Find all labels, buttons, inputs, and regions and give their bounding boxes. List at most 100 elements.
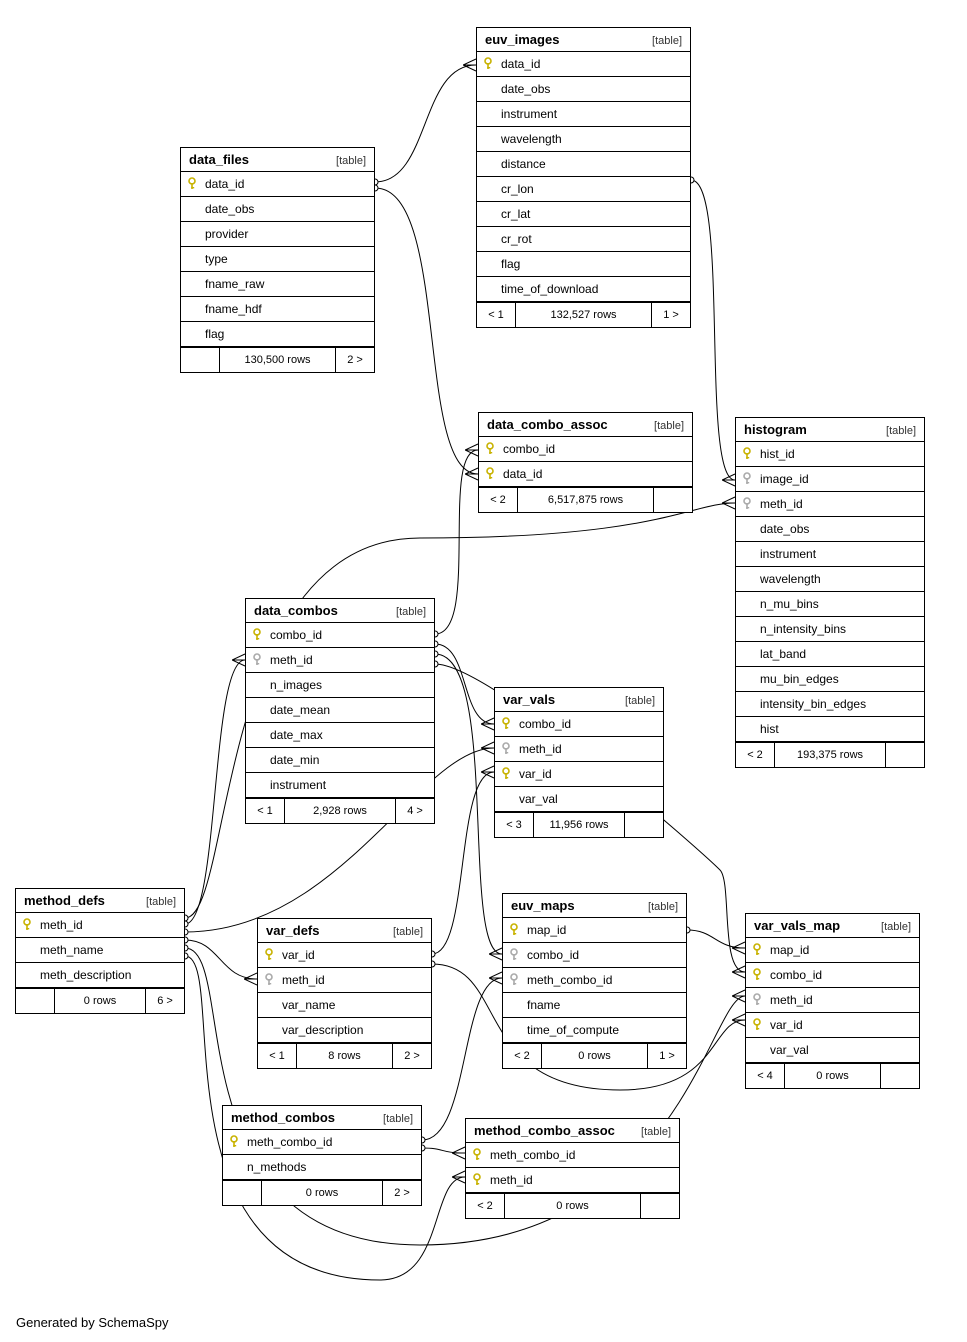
table-euv_images[interactable]: euv_images[table]data_iddate_obsinstrume… xyxy=(476,27,691,328)
table-column-row[interactable]: var_description xyxy=(258,1018,431,1043)
table-column-row[interactable]: combo_id xyxy=(495,712,663,737)
table-header[interactable]: data_files[table] xyxy=(181,148,374,172)
table-column-row[interactable]: instrument xyxy=(246,773,434,798)
table-column-row[interactable]: meth_id xyxy=(16,913,184,938)
table-column-row[interactable]: combo_id xyxy=(503,943,686,968)
table-column-row[interactable]: cr_lat xyxy=(477,202,690,227)
table-column-row[interactable]: date_obs xyxy=(477,77,690,102)
table-column-row[interactable]: date_mean xyxy=(246,698,434,723)
table-column-row[interactable]: data_id xyxy=(479,462,692,487)
table-type-label: [table] xyxy=(652,35,682,47)
table-column-row[interactable]: combo_id xyxy=(479,437,692,462)
table-column-row[interactable]: hist_id xyxy=(736,442,924,467)
table-header[interactable]: method_combos[table] xyxy=(223,1106,421,1130)
table-column-row[interactable]: distance xyxy=(477,152,690,177)
table-name: var_defs xyxy=(266,923,319,938)
column-name: flag xyxy=(205,327,224,341)
table-column-row[interactable]: wavelength xyxy=(477,127,690,152)
table-histogram[interactable]: histogram[table]hist_idimage_idmeth_idda… xyxy=(735,417,925,768)
table-data_combos[interactable]: data_combos[table]combo_idmeth_idn_image… xyxy=(245,598,435,824)
table-column-row[interactable]: hist xyxy=(736,717,924,742)
table-column-row[interactable]: type xyxy=(181,247,374,272)
table-header[interactable]: euv_maps[table] xyxy=(503,894,686,918)
table-column-row[interactable]: meth_id xyxy=(466,1168,679,1193)
table-column-row[interactable]: flag xyxy=(181,322,374,347)
table-column-row[interactable]: cr_lon xyxy=(477,177,690,202)
table-column-row[interactable]: meth_id xyxy=(746,988,919,1013)
table-method_combo_assoc[interactable]: method_combo_assoc[table]meth_combo_idme… xyxy=(465,1118,680,1219)
table-header[interactable]: method_defs[table] xyxy=(16,889,184,913)
column-name: fname xyxy=(527,998,560,1012)
table-column-row[interactable]: fname xyxy=(503,993,686,1018)
table-column-row[interactable]: n_images xyxy=(246,673,434,698)
table-data_combo_assoc[interactable]: data_combo_assoc[table]combo_iddata_id< … xyxy=(478,412,693,513)
table-column-row[interactable]: date_obs xyxy=(736,517,924,542)
table-column-row[interactable]: map_id xyxy=(503,918,686,943)
table-column-row[interactable]: var_val xyxy=(746,1038,919,1063)
table-method_combos[interactable]: method_combos[table] meth_combo_id n_metho… xyxy=(222,1105,422,1206)
table-column-row[interactable]: var_id xyxy=(746,1013,919,1038)
table-column-row[interactable]: image_id xyxy=(736,467,924,492)
table-column-row[interactable]: time_of_compute xyxy=(503,1018,686,1043)
table-column-row[interactable]: map_id xyxy=(746,938,919,963)
table-column-row[interactable]: meth_id xyxy=(246,648,434,673)
table-var_vals_map[interactable]: var_vals_map[table]map_idcombo_idmeth_id… xyxy=(745,913,920,1089)
table-header[interactable]: histogram[table] xyxy=(736,418,924,442)
table-column-row[interactable]: n_methods xyxy=(223,1155,421,1180)
table-header[interactable]: method_combo_assoc[table] xyxy=(466,1119,679,1143)
table-column-row[interactable]: combo_id xyxy=(746,963,919,988)
table-header[interactable]: var_vals_map[table] xyxy=(746,914,919,938)
table-column-row[interactable]: mu_bin_edges xyxy=(736,667,924,692)
table-column-row[interactable]: var_name xyxy=(258,993,431,1018)
table-header[interactable]: var_vals[table] xyxy=(495,688,663,712)
table-method_defs[interactable]: method_defs[table]meth_idmeth_namemeth_d… xyxy=(15,888,185,1014)
table-header[interactable]: data_combos[table] xyxy=(246,599,434,623)
table-column-row[interactable]: data_id xyxy=(477,52,690,77)
footer-in-refs: < 2 xyxy=(503,1044,542,1068)
table-column-row[interactable]: instrument xyxy=(736,542,924,567)
table-column-row[interactable]: provider xyxy=(181,222,374,247)
table-var_vals[interactable]: var_vals[table]combo_idmeth_idvar_idvar_… xyxy=(494,687,664,838)
table-column-row[interactable]: meth_combo_id xyxy=(466,1143,679,1168)
primary-key-icon xyxy=(483,467,497,481)
table-column-row[interactable]: var_val xyxy=(495,787,663,812)
table-data_files[interactable]: data_files[table]data_id date_obs provider… xyxy=(180,147,375,373)
column-name: date_obs xyxy=(205,202,254,216)
table-column-row[interactable]: fname_hdf xyxy=(181,297,374,322)
table-column-row[interactable]: meth_combo_id xyxy=(503,968,686,993)
table-column-row[interactable]: meth_name xyxy=(16,938,184,963)
table-column-row[interactable]: meth_id xyxy=(736,492,924,517)
table-footer: < 20 rows1 > xyxy=(503,1043,686,1068)
table-column-row[interactable]: n_intensity_bins xyxy=(736,617,924,642)
table-column-row[interactable]: wavelength xyxy=(736,567,924,592)
table-column-row[interactable]: time_of_download xyxy=(477,277,690,302)
footer-row-count: 0 rows xyxy=(262,1181,383,1205)
table-column-row[interactable]: combo_id xyxy=(246,623,434,648)
table-euv_maps[interactable]: euv_maps[table]map_idcombo_idmeth_combo_… xyxy=(502,893,687,1069)
table-header[interactable]: data_combo_assoc[table] xyxy=(479,413,692,437)
table-column-row[interactable]: date_max xyxy=(246,723,434,748)
table-column-row[interactable]: flag xyxy=(477,252,690,277)
table-column-row[interactable]: cr_rot xyxy=(477,227,690,252)
table-header[interactable]: var_defs[table] xyxy=(258,919,431,943)
table-column-row[interactable]: var_id xyxy=(495,762,663,787)
column-name: meth_combo_id xyxy=(247,1135,332,1149)
footer-in-refs: < 3 xyxy=(495,813,534,837)
table-column-row[interactable]: meth_description xyxy=(16,963,184,988)
table-column-row[interactable]: intensity_bin_edges xyxy=(736,692,924,717)
table-column-row[interactable]: meth_id xyxy=(258,968,431,993)
table-column-row[interactable]: meth_id xyxy=(495,737,663,762)
table-var_defs[interactable]: var_defs[table]var_idmeth_idvar_namevar_… xyxy=(257,918,432,1069)
table-column-row[interactable]: meth_combo_id xyxy=(223,1130,421,1155)
table-header[interactable]: euv_images[table] xyxy=(477,28,690,52)
table-column-row[interactable]: lat_band xyxy=(736,642,924,667)
table-column-row[interactable]: date_obs xyxy=(181,197,374,222)
table-column-row[interactable]: n_mu_bins xyxy=(736,592,924,617)
table-column-row[interactable]: var_id xyxy=(258,943,431,968)
footer-in-refs xyxy=(16,989,55,1013)
column-name: wavelength xyxy=(501,132,562,146)
table-column-row[interactable]: date_min xyxy=(246,748,434,773)
table-column-row[interactable]: fname_raw xyxy=(181,272,374,297)
table-column-row[interactable]: instrument xyxy=(477,102,690,127)
table-column-row[interactable]: data_id xyxy=(181,172,374,197)
